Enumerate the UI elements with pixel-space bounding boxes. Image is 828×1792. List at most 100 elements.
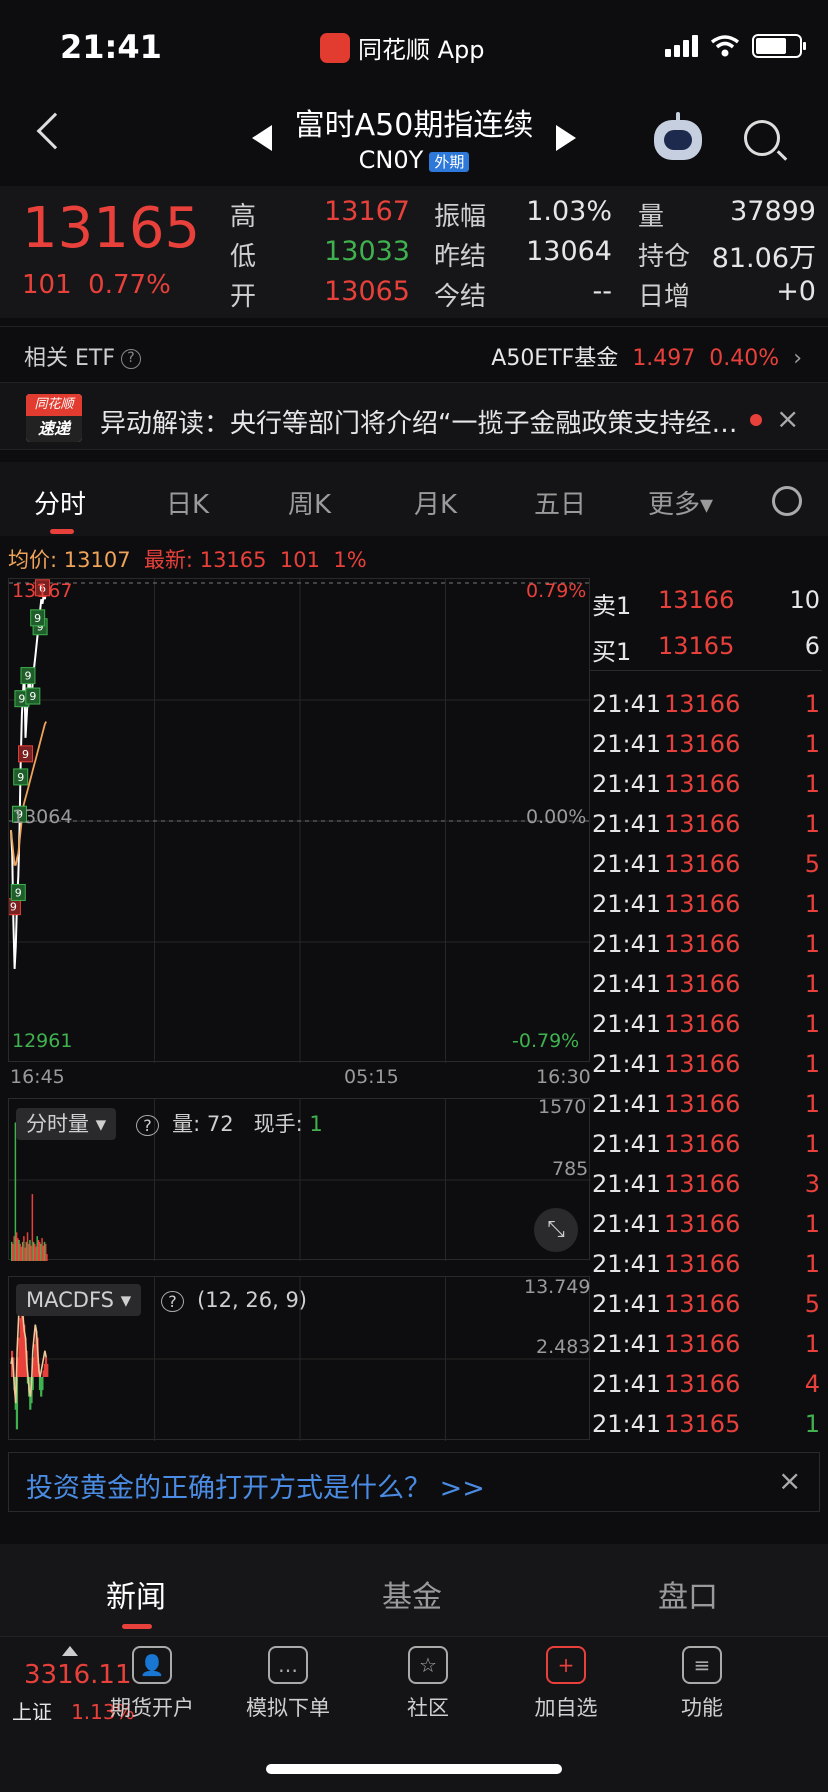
tick-row: 21:41 13166 1	[592, 970, 820, 998]
toolbar-item-document[interactable]: … 模拟下单	[233, 1646, 343, 1722]
marker-label: 9	[34, 612, 41, 625]
status-app-indicator[interactable]: 同花顺 App	[320, 30, 485, 65]
y-axis-high: 13167	[12, 580, 73, 602]
star-icon: ☆	[408, 1646, 448, 1684]
fullscreen-expand-icon[interactable]: ⤡	[534, 1208, 578, 1252]
sequence-marker: 9	[25, 687, 41, 705]
index-name: 上证	[12, 1700, 52, 1724]
bid-1-label: 买1	[592, 638, 632, 666]
toolbar-item-plus[interactable]: + 加自选	[511, 1646, 621, 1722]
tick-qty: 1	[804, 970, 820, 998]
tick-row: 21:41 13166 1	[592, 1010, 820, 1038]
tick-qty: 1	[804, 1330, 820, 1358]
search-icon[interactable]	[744, 120, 780, 156]
toolbar-item-person[interactable]: 👤 期货开户	[97, 1646, 207, 1722]
tick-time: 21:41	[592, 1090, 662, 1118]
tick-time: 21:41	[592, 1290, 662, 1318]
tick-row: 21:41 13166 5	[592, 850, 820, 878]
quote-label: 昨结	[434, 242, 487, 272]
orderbook-divider	[590, 670, 822, 671]
quote-value: 1.03%	[526, 196, 612, 227]
tick-qty: 4	[804, 1370, 820, 1398]
volume-indicator-dropdown[interactable]: 分时量 ▾	[16, 1108, 117, 1140]
tick-time: 21:41	[592, 810, 662, 838]
tick-price: 13166	[664, 770, 741, 798]
home-indicator[interactable]	[266, 1764, 562, 1774]
close-icon[interactable]: ×	[776, 402, 799, 435]
help-icon[interactable]: ?	[161, 1291, 184, 1312]
tick-row: 21:41 13166 1	[592, 810, 820, 838]
quote-value: 13033	[324, 236, 410, 267]
settings-icon[interactable]	[772, 486, 802, 516]
toolbar-item-label: 加自选	[534, 1696, 598, 1720]
tick-row: 21:41 13166 1	[592, 890, 820, 918]
tab-market-depth[interactable]: 盘口	[658, 1572, 718, 1616]
tick-price: 13166	[664, 970, 741, 998]
marker-label: 9	[17, 771, 24, 784]
index-up-arrow-icon	[62, 1646, 78, 1656]
news-headline[interactable]: 异动解读：央行等部门将介绍“一揽子金融政策支持经济高质量发展”	[100, 403, 740, 440]
bid-1-qty: 6	[804, 632, 820, 660]
ask-1-row: 卖1 13166 10	[592, 586, 820, 621]
tick-row: 21:41 13166 1	[592, 930, 820, 958]
tick-time: 21:41	[592, 730, 662, 758]
person-icon: 👤	[132, 1646, 172, 1684]
tick-time: 21:41	[592, 1330, 662, 1358]
tab-monthly-k[interactable]: 月K	[414, 484, 457, 521]
pct-axis-mid: 0.00%	[526, 806, 587, 828]
volume-value: 72	[206, 1112, 234, 1136]
news-badge-top: 同花顺	[26, 394, 82, 416]
tick-price: 13166	[664, 1130, 741, 1158]
app-icon	[320, 32, 350, 63]
related-etf-text: 相关 ETF	[24, 346, 115, 371]
promo-text[interactable]: 投资黄金的正确打开方式是什么？ >>	[26, 1466, 485, 1505]
tab-intraday[interactable]: 分时	[34, 484, 86, 521]
etf-quote[interactable]: A50ETF基金 1.497 0.40% ›	[491, 340, 802, 372]
related-etf-label: 相关 ETF?	[24, 340, 141, 372]
avg-value: 13107	[63, 548, 131, 572]
help-icon[interactable]: ?	[121, 349, 141, 369]
tab-more[interactable]: 更多▾	[648, 484, 713, 521]
volume-indicator-row: 分时量 ▾ ? 量: 72 现手: 1	[16, 1108, 323, 1140]
close-icon[interactable]: ×	[778, 1464, 801, 1497]
tick-qty: 1	[804, 730, 820, 758]
tick-row: 21:41 13166 1	[592, 1090, 820, 1118]
status-app-name: 同花顺 App	[358, 36, 485, 64]
active-tab-indicator	[122, 1624, 152, 1629]
tick-qty: 1	[804, 1050, 820, 1078]
marker-label: 9	[15, 886, 22, 899]
tick-row: 21:41 13166 4	[592, 1370, 820, 1398]
menu-icon: ≡	[682, 1646, 722, 1684]
macd-indicator-dropdown[interactable]: MACDFS ▾	[16, 1284, 142, 1316]
ask-1-qty: 10	[789, 586, 820, 614]
marker-label: 9	[18, 693, 25, 706]
tab-fund[interactable]: 基金	[382, 1572, 442, 1616]
toolbar-item-label: 社区	[407, 1696, 449, 1720]
news-badge-bottom: 速递	[26, 416, 82, 442]
battery-icon	[752, 34, 806, 58]
marker-label: 9	[24, 670, 31, 683]
help-icon[interactable]: ?	[136, 1115, 159, 1136]
change-percent: 0.77%	[88, 270, 171, 300]
x-axis-mid: 05:15	[344, 1066, 399, 1088]
intraday-chart[interactable]: 99999999699	[5, 578, 591, 1063]
tab-five-day[interactable]: 五日	[534, 484, 586, 521]
current-lot-value: 1	[309, 1112, 323, 1136]
toolbar-item-star[interactable]: ☆ 社区	[373, 1646, 483, 1722]
quote-value: 37899	[730, 196, 816, 227]
tick-price: 13166	[664, 1090, 741, 1118]
tick-time: 21:41	[592, 1370, 662, 1398]
volume-y-mid: 785	[552, 1158, 589, 1180]
intraday-chart-svg: 99999999699	[5, 579, 591, 1063]
assistant-robot-icon[interactable]	[654, 112, 702, 160]
toolbar-item-menu[interactable]: ≡ 功能	[647, 1646, 757, 1722]
tick-time: 21:41	[592, 970, 662, 998]
document-icon: …	[268, 1646, 308, 1684]
change-value: 101	[22, 270, 72, 300]
tab-daily-k[interactable]: 日K	[166, 484, 209, 521]
quote-label: 量	[638, 202, 665, 232]
tab-weekly-k[interactable]: 周K	[288, 484, 331, 521]
tab-news[interactable]: 新闻	[106, 1572, 166, 1616]
tick-time: 21:41	[592, 1210, 662, 1238]
sequence-marker: 9	[18, 745, 34, 763]
